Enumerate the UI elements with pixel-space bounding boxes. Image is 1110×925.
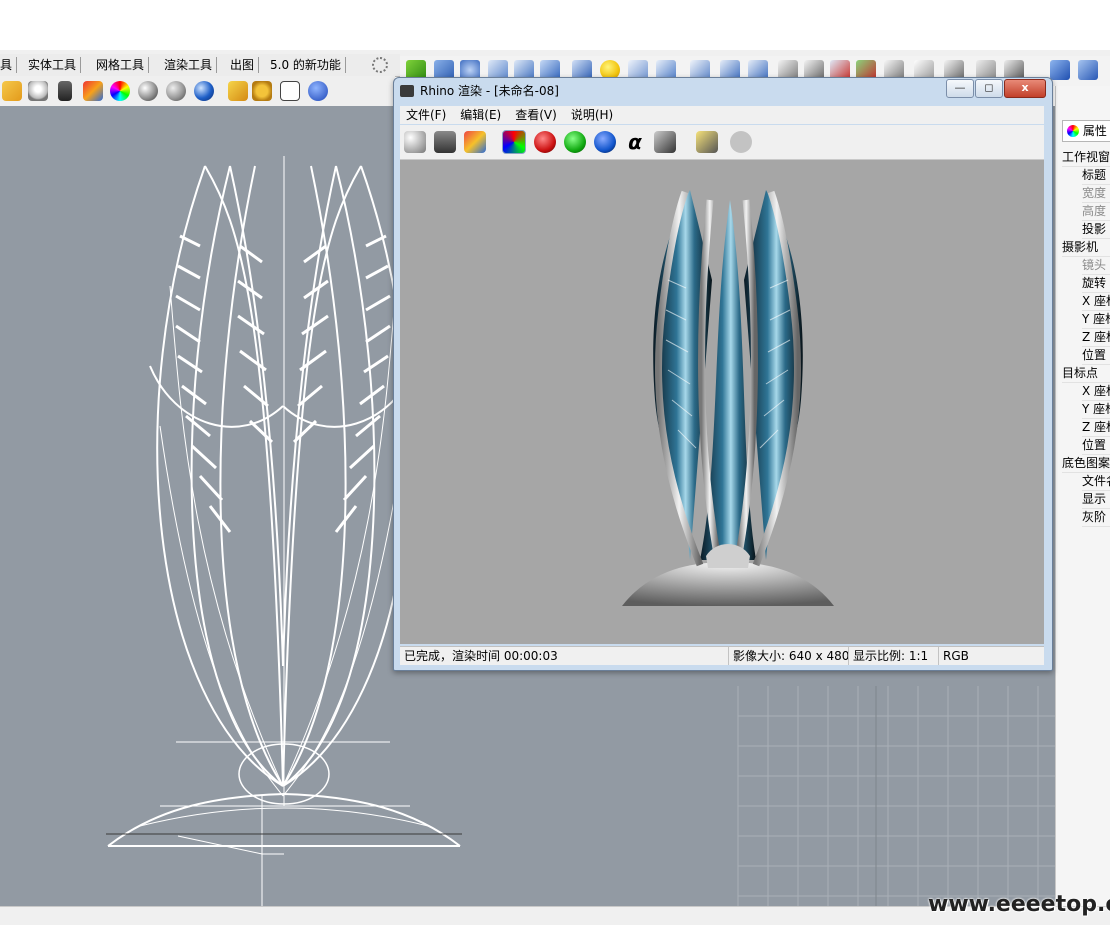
color-wheel-icon[interactable] — [110, 81, 130, 101]
property-row[interactable]: 目标点 — [1062, 364, 1110, 383]
close-button[interactable]: x — [1004, 79, 1046, 98]
tab-tools[interactable]: 具 — [0, 57, 18, 73]
image-size-label: 影像大小: 640 x 480 — [728, 647, 849, 665]
property-row[interactable]: 摄影机 — [1062, 238, 1110, 257]
property-row[interactable]: 宽度 — [1082, 184, 1110, 203]
dimension-icon[interactable] — [280, 81, 300, 101]
property-row[interactable]: X 座标 — [1082, 292, 1110, 311]
clone-icon[interactable] — [404, 131, 426, 153]
properties-icon — [1067, 125, 1079, 137]
property-row[interactable]: 底色图案 — [1062, 454, 1110, 473]
stop-icon[interactable] — [730, 131, 752, 153]
properties-tab-label: 属性 — [1082, 124, 1107, 138]
menu-file[interactable]: 文件(F) — [406, 108, 446, 122]
render-window-title: Rhino 渲染 - [未命名-08] — [400, 83, 559, 99]
render-canvas — [400, 160, 1044, 644]
property-row[interactable]: 灰阶 — [1082, 508, 1110, 527]
red-channel-icon[interactable] — [534, 131, 556, 153]
blue-channel-icon[interactable] — [594, 131, 616, 153]
property-row[interactable]: 显示 — [1082, 490, 1110, 509]
tab-new-in-5[interactable]: 5.0 的新功能 — [266, 57, 346, 73]
help-icon[interactable] — [308, 81, 328, 101]
property-row[interactable]: 工作视窗 — [1062, 148, 1110, 167]
property-row[interactable]: Y 座标 — [1082, 400, 1110, 419]
property-row[interactable]: 标题 — [1082, 166, 1110, 185]
flag-icon[interactable] — [228, 81, 248, 101]
effects-wand-icon[interactable] — [696, 131, 718, 153]
view-tool-icon[interactable] — [1078, 60, 1098, 80]
green-channel-icon[interactable] — [564, 131, 586, 153]
property-row[interactable]: Y 座标 — [1082, 310, 1110, 329]
property-row[interactable]: Z 座标 — [1082, 418, 1110, 437]
tab-solid-tools[interactable]: 实体工具 — [24, 57, 82, 73]
property-row[interactable]: 镜头 — [1082, 256, 1110, 275]
gears-icon[interactable] — [252, 81, 272, 101]
menu-view[interactable]: 查看(V) — [515, 108, 557, 122]
rendered-vase-image — [622, 190, 834, 606]
left-toolbar — [0, 76, 395, 107]
property-row[interactable]: Z 座标 — [1082, 328, 1110, 347]
render-status-message: 已完成，渲染时间 00:00:03 — [404, 649, 558, 663]
box-tool-icon[interactable] — [1050, 60, 1070, 80]
property-row[interactable]: 位置 — [1082, 346, 1110, 365]
display-ratio-label: 显示比例: 1:1 — [848, 647, 928, 665]
window-top-area — [0, 0, 1110, 51]
restore-button[interactable]: ◻ — [975, 79, 1003, 98]
tab-mesh-tools[interactable]: 网格工具 — [92, 57, 150, 73]
petal-hatching — [175, 234, 391, 533]
alpha-channel-icon[interactable]: α — [624, 131, 646, 153]
minimize-button[interactable]: — — [946, 79, 974, 98]
tab-render-tools[interactable]: 渲染工具 — [160, 57, 218, 73]
property-row[interactable]: 高度 — [1082, 202, 1110, 221]
property-row[interactable]: 投影 — [1082, 220, 1110, 239]
properties-panel: 属性 工作视窗标题宽度高度投影摄影机镜头旋转X 座标Y 座标Z 座标位置目标点X… — [1055, 86, 1110, 906]
window-buttons: — ◻ x — [945, 79, 1046, 98]
shaded-sphere-icon[interactable] — [138, 81, 158, 101]
render-menu-bar: 文件(F) 编辑(E) 查看(V) 说明(H) — [400, 106, 1044, 124]
properties-tab[interactable]: 属性 — [1062, 120, 1110, 142]
menu-help[interactable]: 说明(H) — [571, 108, 613, 122]
light-bulb-icon[interactable] — [28, 81, 48, 101]
property-row[interactable]: 旋转 — [1082, 274, 1110, 293]
color-mode-label: RGB — [938, 647, 969, 665]
select-objects-icon[interactable] — [2, 81, 22, 101]
depth-icon[interactable] — [654, 131, 676, 153]
property-row[interactable]: 文件名 — [1082, 472, 1110, 491]
viewport-grid — [737, 686, 1055, 906]
gear-icon[interactable] — [372, 57, 388, 73]
rhino-logo-icon — [400, 85, 414, 97]
layers-icon[interactable] — [83, 81, 103, 101]
watermark-text: www.eeeetop.com — [928, 892, 1110, 917]
render-status-bar: 已完成，渲染时间 00:00:03 影像大小: 640 x 480 显示比例: … — [400, 646, 1044, 665]
wire-sphere-icon[interactable] — [166, 81, 186, 101]
save-icon[interactable] — [434, 131, 456, 153]
property-row[interactable]: X 座标 — [1082, 382, 1110, 401]
rgb-channel-icon[interactable] — [502, 130, 526, 154]
render-window-title-text: Rhino 渲染 - [未命名-08] — [420, 84, 559, 98]
lock-icon[interactable] — [58, 81, 72, 101]
menu-edit[interactable]: 编辑(E) — [460, 108, 501, 122]
render-toolbar: α — [400, 125, 1044, 160]
tab-layout[interactable]: 出图 — [226, 57, 260, 73]
copy-image-icon[interactable] — [464, 131, 486, 153]
render-window: Rhino 渲染 - [未命名-08] — ◻ x 文件(F) 编辑(E) 查看(V) 说… — [393, 77, 1053, 671]
property-row[interactable]: 位置 — [1082, 436, 1110, 455]
ribbon-tabs: 具 实体工具 网格工具 渲染工具 出图 5.0 的新功能 — [0, 54, 400, 77]
render-sphere-icon[interactable] — [194, 81, 214, 101]
